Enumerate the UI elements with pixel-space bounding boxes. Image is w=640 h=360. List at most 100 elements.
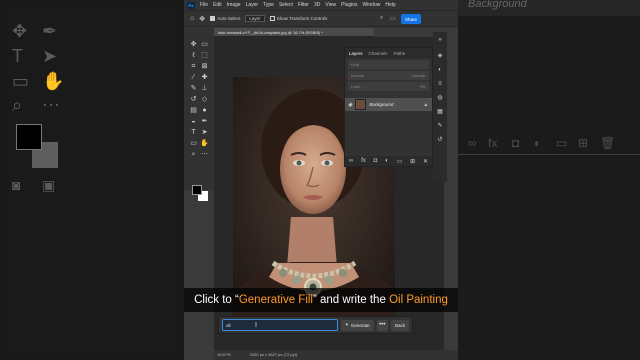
object-select-tool-icon[interactable]: ⬚ [200, 51, 209, 60]
caption-middle: ” and write the [312, 294, 390, 306]
menu-plugins[interactable]: Plugins [341, 2, 357, 8]
pen-icon: ✒ [42, 21, 58, 41]
caption-highlight-generative-fill: Generative Fill [238, 294, 313, 306]
menu-3d[interactable]: 3D [314, 2, 320, 8]
more-options-button[interactable]: ••• [376, 319, 388, 331]
frame-tool-icon[interactable]: ⊠ [200, 62, 209, 71]
lock-icon: 🔒︎ [424, 101, 427, 108]
share-button[interactable]: Share [401, 14, 421, 24]
properties-panel-icon[interactable]: ≡ [436, 80, 444, 88]
zoom-tool-icon[interactable]: ⌕ [189, 150, 198, 159]
move-tool-icon[interactable]: ✥ [199, 15, 205, 23]
adjustment-icon[interactable]: ◐ [385, 158, 389, 164]
move-tool-icon[interactable]: ✥ [189, 40, 198, 49]
menu-edit[interactable]: Edit [213, 2, 222, 8]
type-tool-icon[interactable]: T [189, 128, 198, 137]
generate-icon: ✦ [345, 322, 349, 327]
fx-icon[interactable]: fx [361, 158, 366, 164]
options-bar: ⌂ ✥ Auto-Select Layer Show Transform Con… [184, 10, 458, 27]
gradient-tool-icon[interactable]: ▤ [189, 106, 198, 115]
eyedropper-tool-icon[interactable]: ⁄ [189, 73, 198, 82]
artboard-tool-icon[interactable]: ▭ [200, 40, 209, 49]
eraser-tool-icon[interactable]: ◇ [200, 95, 209, 104]
new-layer-icon: ⊞ [578, 136, 589, 150]
crop-tool-icon[interactable]: ⌗ [189, 62, 198, 71]
path-select-tool-icon[interactable]: ➤ [200, 128, 209, 137]
menu-help[interactable]: Help [385, 2, 395, 8]
folder-icon[interactable]: ▭ [397, 158, 403, 165]
eye-icon[interactable]: ◉ [348, 102, 352, 108]
document-tab[interactable]: luke-braswell-oYF-_AkVk-unsplash.jpg @ 1… [214, 28, 374, 37]
menu-type[interactable]: Type [263, 2, 274, 8]
hand-icon: ✋ [42, 71, 65, 91]
tutorial-caption: Click to “ Generative Fill ” and write t… [184, 288, 458, 312]
search-icon[interactable]: ⌕ [380, 15, 383, 22]
pen-tool-icon[interactable]: ✒ [200, 117, 209, 126]
history-panel-icon[interactable]: ↺ [436, 136, 444, 144]
prompt-input[interactable]: oil I [222, 319, 339, 331]
back-button[interactable]: Back [390, 319, 409, 331]
new-layer-icon[interactable]: ⊞ [410, 158, 415, 165]
generative-fill-bar: oil I ✦ Generate ••• Back [218, 316, 413, 334]
type-icon: T [12, 46, 23, 66]
rectangle-icon: ▭ [12, 71, 30, 91]
opacity-label: Opacity: [411, 73, 426, 78]
auto-select-label: Auto-Select [217, 15, 241, 21]
lock-label: Lock: [351, 84, 361, 89]
tab-channels[interactable]: Channels [369, 51, 388, 56]
blend-mode-select[interactable]: Normal [351, 71, 364, 80]
checkbox-icon [210, 16, 216, 22]
layers-panel-icon[interactable]: ◈ [436, 52, 444, 60]
mask-icon: ◘ [512, 136, 520, 150]
adjustments-panel-icon[interactable]: ◐ [436, 66, 444, 74]
menu-view[interactable]: View [325, 2, 336, 8]
home-icon[interactable]: ⌂ [190, 15, 194, 22]
menu-window[interactable]: Window [363, 2, 381, 8]
brush-tool-icon[interactable]: ✎ [189, 84, 198, 93]
collapse-icon[interactable]: » [436, 36, 444, 44]
mask-icon[interactable]: ◘ [374, 158, 378, 164]
fill-label: Fill: [419, 84, 426, 89]
kind-filter[interactable]: Kind [348, 60, 429, 69]
blur-tool-icon[interactable]: ● [200, 106, 209, 115]
layer-row-background[interactable]: ◉ Background 🔒︎ [345, 98, 432, 111]
menu-filter[interactable]: Filter [298, 2, 309, 8]
swatches-panel-icon[interactable]: ▦ [436, 108, 444, 116]
layer-thumbnail [355, 99, 367, 110]
show-transform-checkbox[interactable]: Show Transform Controls [269, 16, 327, 22]
foreground-color-swatch[interactable] [192, 185, 202, 195]
blurred-layer-name: Background [468, 0, 527, 10]
layers-panel: Layers Channels Paths Kind Normal Opacit… [344, 47, 433, 167]
menu-bar: Ps File Edit Image Layer Type Select Fil… [184, 0, 458, 10]
menu-select[interactable]: Select [279, 2, 293, 8]
color-panel-icon[interactable]: ◍ [436, 94, 444, 102]
layer-name: Background [369, 102, 394, 107]
rectangle-tool-icon[interactable]: ▭ [189, 139, 198, 148]
workspace-icon[interactable]: ▭ [390, 15, 396, 22]
prompt-text: oil [226, 323, 231, 328]
hand-tool-icon[interactable]: ✋ [200, 139, 209, 148]
trash-icon[interactable]: ✕ [423, 158, 428, 165]
auto-select-checkbox[interactable]: Auto-Select [210, 15, 241, 22]
history-brush-tool-icon[interactable]: ↺ [189, 95, 198, 104]
tab-layers[interactable]: Layers [349, 51, 363, 56]
zoom-level[interactable]: 16.67% [217, 352, 231, 357]
caption-highlight-oil-painting: Oil Painting [389, 294, 448, 306]
generate-button[interactable]: ✦ Generate [341, 319, 374, 331]
layer-select[interactable]: Layer [245, 15, 265, 22]
edit-toolbar-icon[interactable]: ⋯ [200, 150, 209, 159]
menu-file[interactable]: File [200, 2, 208, 8]
photoshop-logo: Ps [187, 1, 195, 9]
zoom-icon: ⌕ [12, 95, 23, 115]
tab-paths[interactable]: Paths [394, 51, 406, 56]
lasso-tool-icon[interactable]: ℓ [189, 51, 198, 60]
link-icon[interactable]: ∞ [349, 158, 353, 164]
brush-panel-icon[interactable]: ✎ [436, 122, 444, 130]
tools-panel: ✥ ▭ ℓ ⬚ ⌗ ⊠ ⁄ ✚ ✎ ⊥ ↺ ◇ ▤ ● ◒ ✒ T ➤ ▭ ✋ … [184, 28, 214, 201]
stamp-tool-icon[interactable]: ⊥ [200, 84, 209, 93]
dodge-tool-icon[interactable]: ◒ [189, 117, 198, 126]
menu-image[interactable]: Image [227, 2, 241, 8]
caption-prefix: Click to “ [194, 294, 239, 306]
menu-layer[interactable]: Layer [246, 2, 259, 8]
healing-tool-icon[interactable]: ✚ [200, 73, 209, 82]
